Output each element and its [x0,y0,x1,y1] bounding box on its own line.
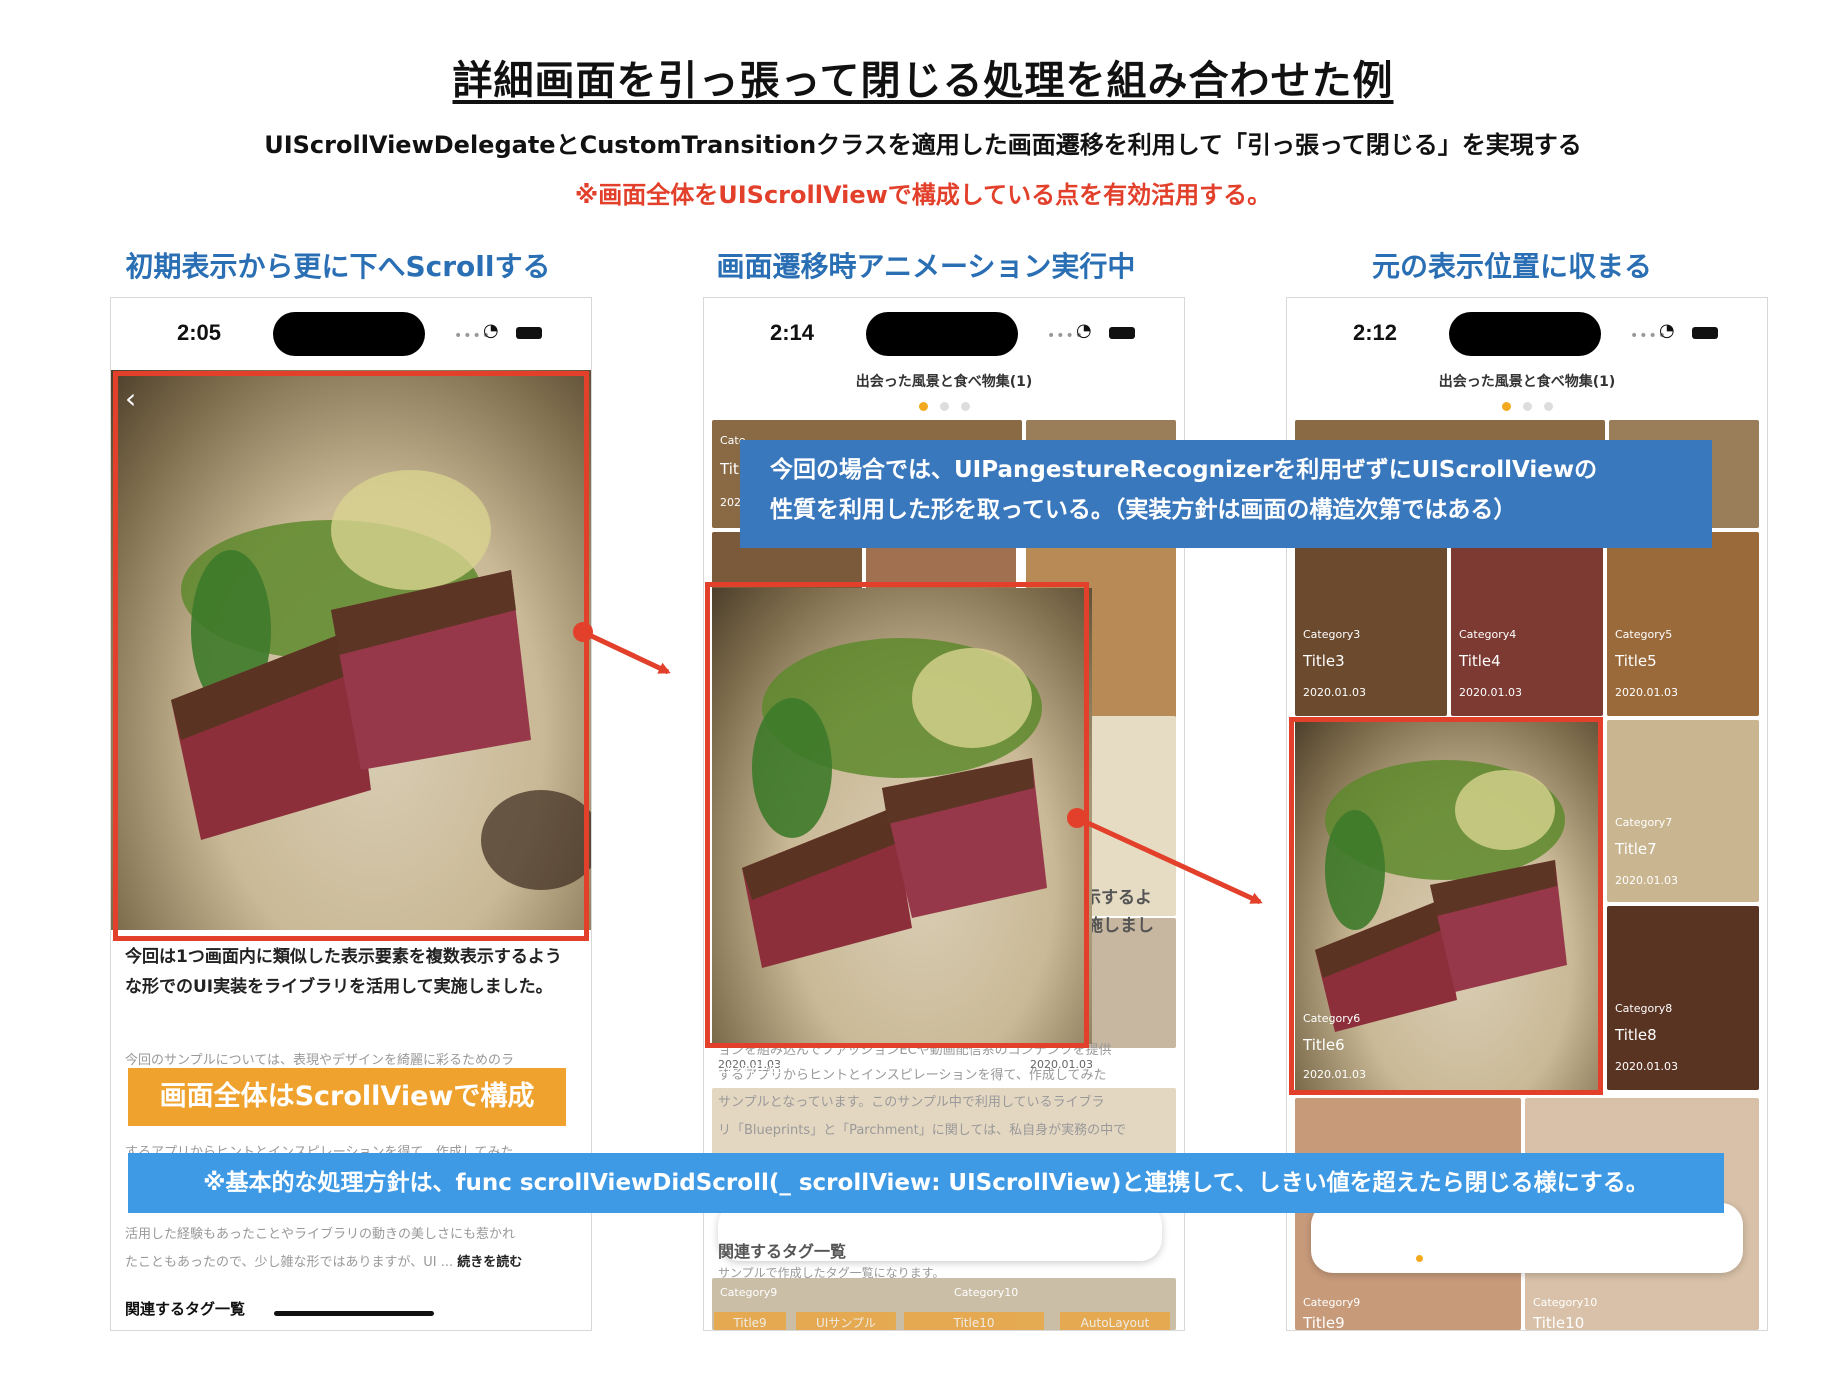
blue-callout: 今回の場合では、UIPangestureRecognizerを利用ぜずにUISc… [740,440,1712,548]
blue-callout-line-2: 性質を利用した形を取っている。（実装方針は画面の構造次第ではある） [770,497,1517,523]
arrow-1 [581,629,671,675]
bottom-callout: ※基本的な処理方針は、func scrollViewDidScroll(_ sc… [128,1153,1724,1213]
arrow-2 [1075,815,1263,905]
orange-callout: 画面全体はScrollViewで構成 [128,1068,566,1126]
blue-callout-line-1: 今回の場合では、UIPangestureRecognizerを利用ぜずにUISc… [770,457,1598,483]
